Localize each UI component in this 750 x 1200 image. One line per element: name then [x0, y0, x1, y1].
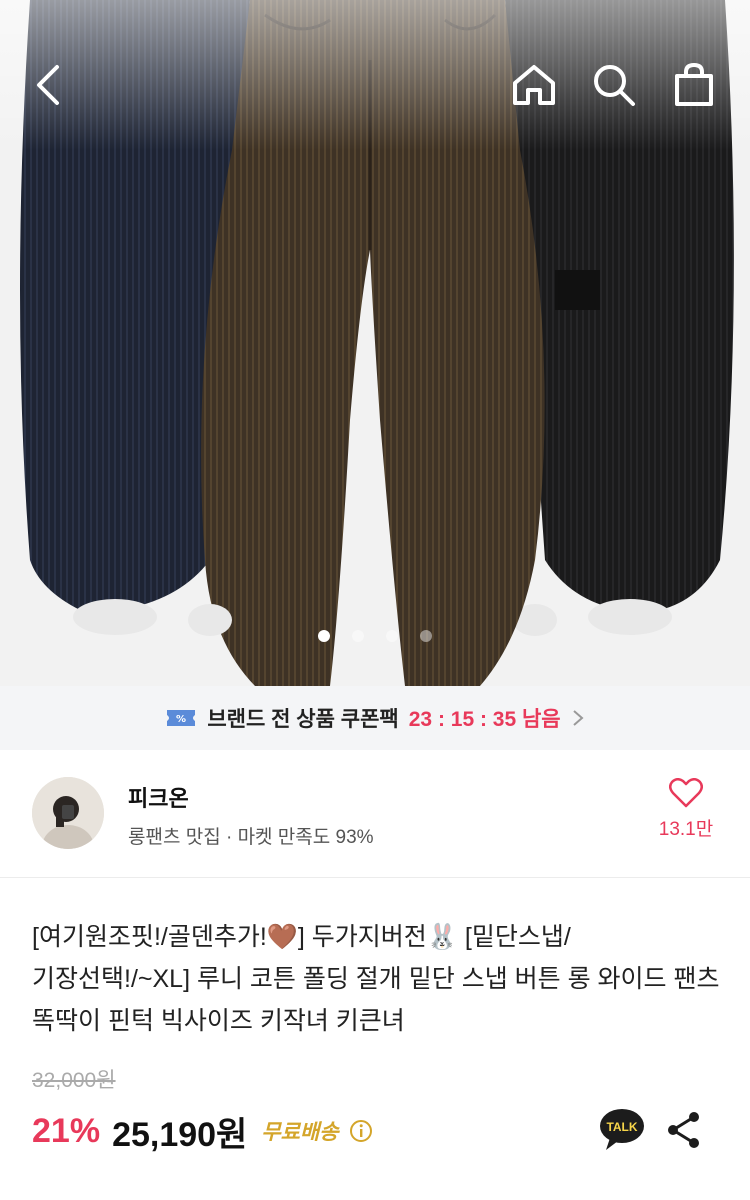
carousel-dot[interactable]: [352, 630, 364, 642]
shop-avatar[interactable]: [32, 777, 104, 849]
original-price: 32,000원: [32, 1069, 116, 1092]
chevron-left-icon: [37, 65, 59, 105]
kakao-talk-icon: TALK: [600, 1109, 644, 1150]
sale-price: 25,190원: [112, 1115, 248, 1154]
shopping-bag-icon: [675, 62, 713, 106]
like-count: 13.1만: [658, 819, 714, 840]
carousel-dot[interactable]: [420, 630, 432, 642]
price-row: 21% 25,190원 무료배송: [32, 1106, 373, 1156]
svg-text:%: %: [176, 714, 186, 725]
shop-info-row[interactable]: 피크온 롱팬츠 맛집 · 마켓 만족도 93% 13.1만: [0, 750, 750, 878]
kakao-talk-button[interactable]: TALK: [596, 1106, 648, 1154]
carousel-dot[interactable]: [318, 630, 330, 642]
discount-rate: 21%: [32, 1111, 101, 1150]
product-image-carousel[interactable]: [0, 0, 750, 686]
cart-button[interactable]: [664, 55, 724, 115]
heart-icon: [669, 778, 703, 808]
coupon-ticket-icon: %: [167, 710, 196, 726]
like-button[interactable]: 13.1만: [650, 778, 722, 850]
search-icon: [594, 65, 635, 106]
carousel-indicator[interactable]: [0, 630, 750, 642]
search-button[interactable]: [584, 55, 644, 115]
coupon-countdown: 23 : 15 : 35 남음: [408, 708, 561, 731]
home-icon: [513, 65, 555, 105]
chevron-right-icon: [572, 710, 584, 726]
share-button[interactable]: [660, 1106, 708, 1154]
product-title: [여기원조핏!/골덴추가!🤎] 두가지버전🐰 [밑단스냅/기장선택!/~XL] …: [32, 923, 720, 1035]
info-icon[interactable]: [349, 1119, 373, 1143]
back-button[interactable]: [18, 55, 78, 115]
coupon-banner-label: 브랜드 전 상품 쿠폰팩: [207, 708, 399, 731]
talk-label: TALK: [606, 1120, 637, 1134]
shop-avatar-image: [32, 777, 104, 849]
shop-name[interactable]: 피크온: [128, 781, 189, 813]
shop-description: 롱팬츠 맛집 · 마켓 만족도 93%: [128, 827, 374, 848]
share-icon: [668, 1112, 699, 1148]
home-button[interactable]: [504, 55, 564, 115]
coupon-banner[interactable]: % 브랜드 전 상품 쿠폰팩 23 : 15 : 35 남음: [0, 686, 750, 750]
free-shipping-badge: 무료배송: [261, 1121, 339, 1144]
carousel-dot[interactable]: [386, 630, 398, 642]
